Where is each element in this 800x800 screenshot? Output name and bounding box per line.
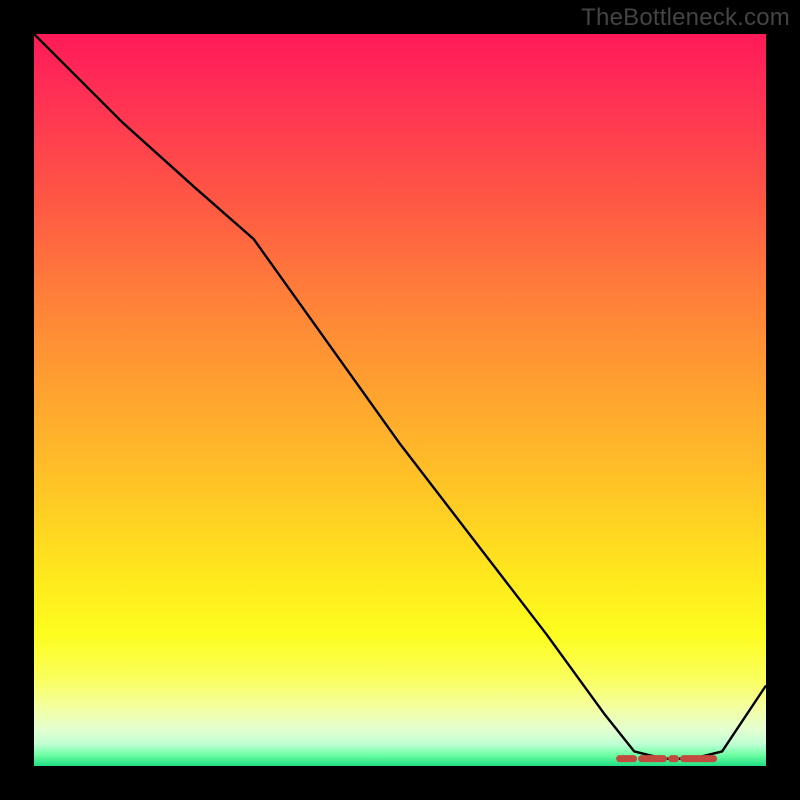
gradient-plot-area: [34, 34, 766, 766]
attribution-watermark: TheBottleneck.com: [581, 4, 790, 32]
chart-frame: TheBottleneck.com: [0, 0, 800, 800]
bottleneck-curve: [34, 34, 766, 759]
line-layer: [34, 34, 766, 766]
